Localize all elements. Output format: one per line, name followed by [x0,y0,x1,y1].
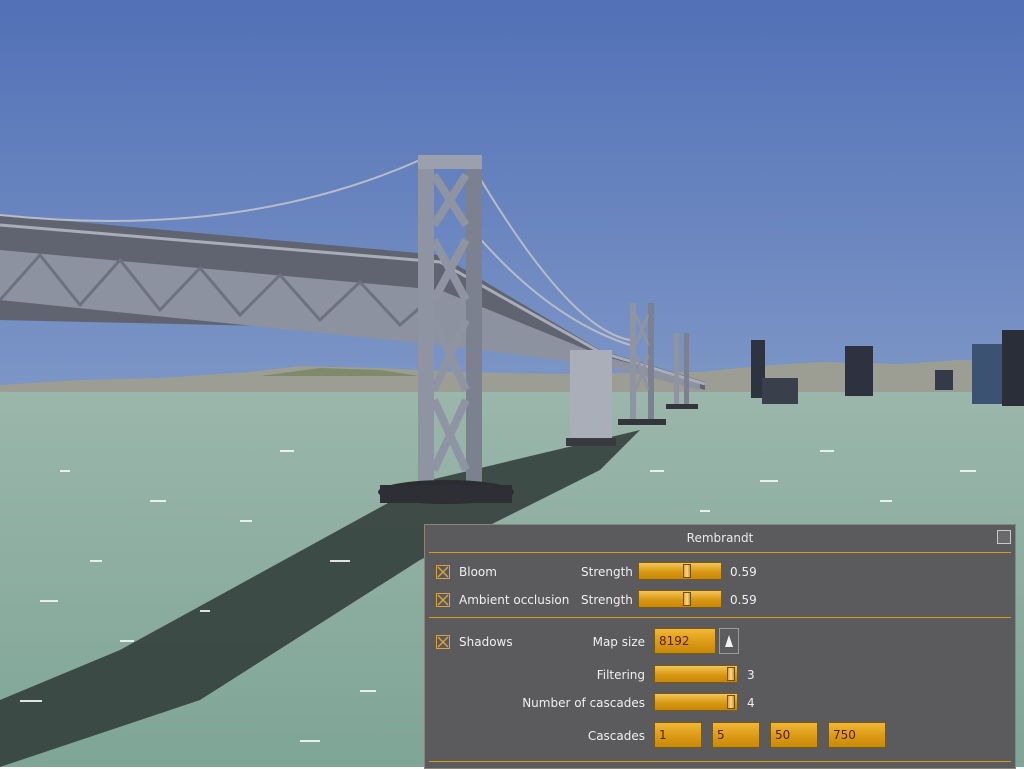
shadows-checkbox[interactable] [436,635,450,649]
number-of-cascades-label: Number of cascades [522,696,645,710]
number-of-cascades-value: 4 [747,696,755,710]
cascades-label: Cascades [587,729,645,743]
slider-thumb[interactable] [727,667,735,681]
check-x-icon [437,566,449,578]
cascade-2-field[interactable]: 5 [712,722,760,748]
separator [429,552,1011,553]
ao-strength-label: Strength [581,593,633,607]
map-size-label: Map size [592,635,645,649]
bloom-label: Bloom [459,565,497,579]
filtering-slider[interactable] [654,665,738,683]
cascade-1-field[interactable]: 1 [654,722,702,748]
separator [429,617,1011,618]
ao-strength-value: 0.59 [730,593,757,607]
ao-strength-slider[interactable] [638,590,722,608]
triangle-up-icon [725,635,733,647]
ambient-occlusion-checkbox[interactable] [436,593,450,607]
rembrandt-dialog: Rembrandt Bloom Strength 0.59 Ambient oc… [424,524,1016,769]
number-of-cascades-slider[interactable] [654,693,738,711]
bloom-strength-label: Strength [581,565,633,579]
slider-thumb[interactable] [683,564,691,578]
cascade-4-field[interactable]: 750 [828,722,886,748]
map-size-dropdown-button[interactable] [719,628,739,654]
separator [429,761,1011,762]
check-x-icon [437,594,449,606]
bloom-strength-value: 0.59 [730,565,757,579]
ambient-occlusion-label: Ambient occlusion [459,593,570,607]
bloom-strength-slider[interactable] [638,562,722,580]
check-x-icon [437,636,449,648]
slider-thumb[interactable] [727,695,735,709]
cascade-3-field[interactable]: 50 [770,722,818,748]
dialog-title: Rembrandt [686,531,754,545]
filtering-label: Filtering [596,668,645,682]
bloom-checkbox[interactable] [436,565,450,579]
filtering-value: 3 [747,668,755,682]
slider-thumb[interactable] [683,592,691,606]
map-size-field[interactable]: 8192 [654,628,716,654]
shadows-label: Shadows [459,635,513,649]
close-button[interactable] [997,530,1011,544]
